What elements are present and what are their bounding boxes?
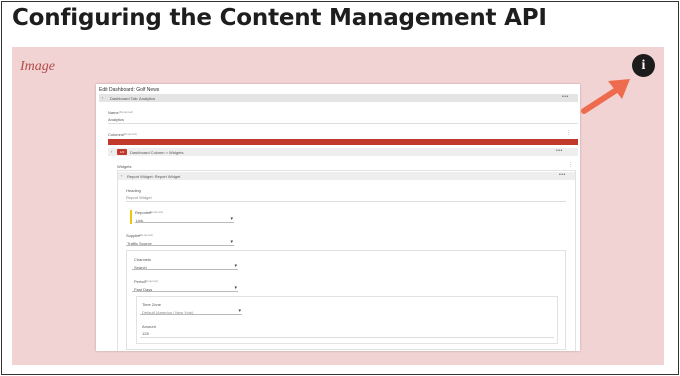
channels-value: Search [134,265,147,270]
channels-select[interactable] [132,263,238,270]
name-label: Name [108,110,119,115]
tab-bar-more-icon[interactable]: ••• [562,94,569,100]
tab-bar[interactable] [99,94,578,102]
image-panel: Image i Edit Dashboard: Golf News › Dash… [12,47,664,365]
arrow-icon [581,79,630,114]
column-bar-more-icon[interactable]: ••• [556,148,563,154]
image-label: Image [20,59,55,74]
amount-label: Amount [142,324,156,329]
reportee-value: Link [136,218,144,223]
widget-bar-more-icon[interactable]: ••• [559,172,566,178]
amount-value[interactable]: 128 [142,331,149,336]
columns-more-icon[interactable]: ⋮ [566,130,572,136]
name-value[interactable]: Analytics [108,117,124,122]
embedded-screenshot: Edit Dashboard: Golf News › Dashboard Ta… [96,84,580,351]
heading-value[interactable]: Report Widget [126,195,152,200]
period-value: Past Days [134,287,153,292]
period-required: (Required) [144,279,159,283]
timezone-value: Default (America / New York) [142,310,194,315]
amount-underline [140,337,554,338]
tab-bar-label: Dashboard Tab: Analytics [110,96,156,101]
info-icon[interactable]: i [632,54,655,77]
name-underline [108,123,578,124]
channels-label: Channels [134,257,151,262]
widget-bar[interactable] [118,172,575,180]
columns-red-strip [108,139,578,145]
reportee-required: (Required) [149,210,164,214]
page-title: Configuring the Content Management API [12,5,547,31]
heading-underline [126,201,566,202]
supplier-required: (Required) [139,233,154,237]
info-glyph: i [641,57,646,73]
column-bar-label: Dashboard Column > Widgets [130,150,184,155]
timezone-label: Time Zone [142,302,161,307]
columns-label: Columns [108,132,124,137]
reportee-select[interactable] [135,216,234,223]
columns-required: (Required) [123,132,138,136]
supplier-value: Traffic Source [127,241,152,246]
column-bar-chevron-icon[interactable]: › [111,149,112,154]
widgets-more-icon[interactable]: ⋮ [568,162,574,168]
column-badge: 1/2 [117,149,128,155]
heading-label: Heading [126,188,141,193]
screenshot-title: Edit Dashboard: Golf News [99,87,160,93]
widgets-label: Widgets [117,164,132,169]
widget-bar-label: Report Widget: Report Widget [127,174,181,179]
tab-bar-chevron-icon[interactable]: › [102,95,103,100]
widget-bar-chevron-icon[interactable]: › [121,173,122,178]
reportee-highlight [130,210,132,224]
name-required: (Required) [119,110,134,114]
